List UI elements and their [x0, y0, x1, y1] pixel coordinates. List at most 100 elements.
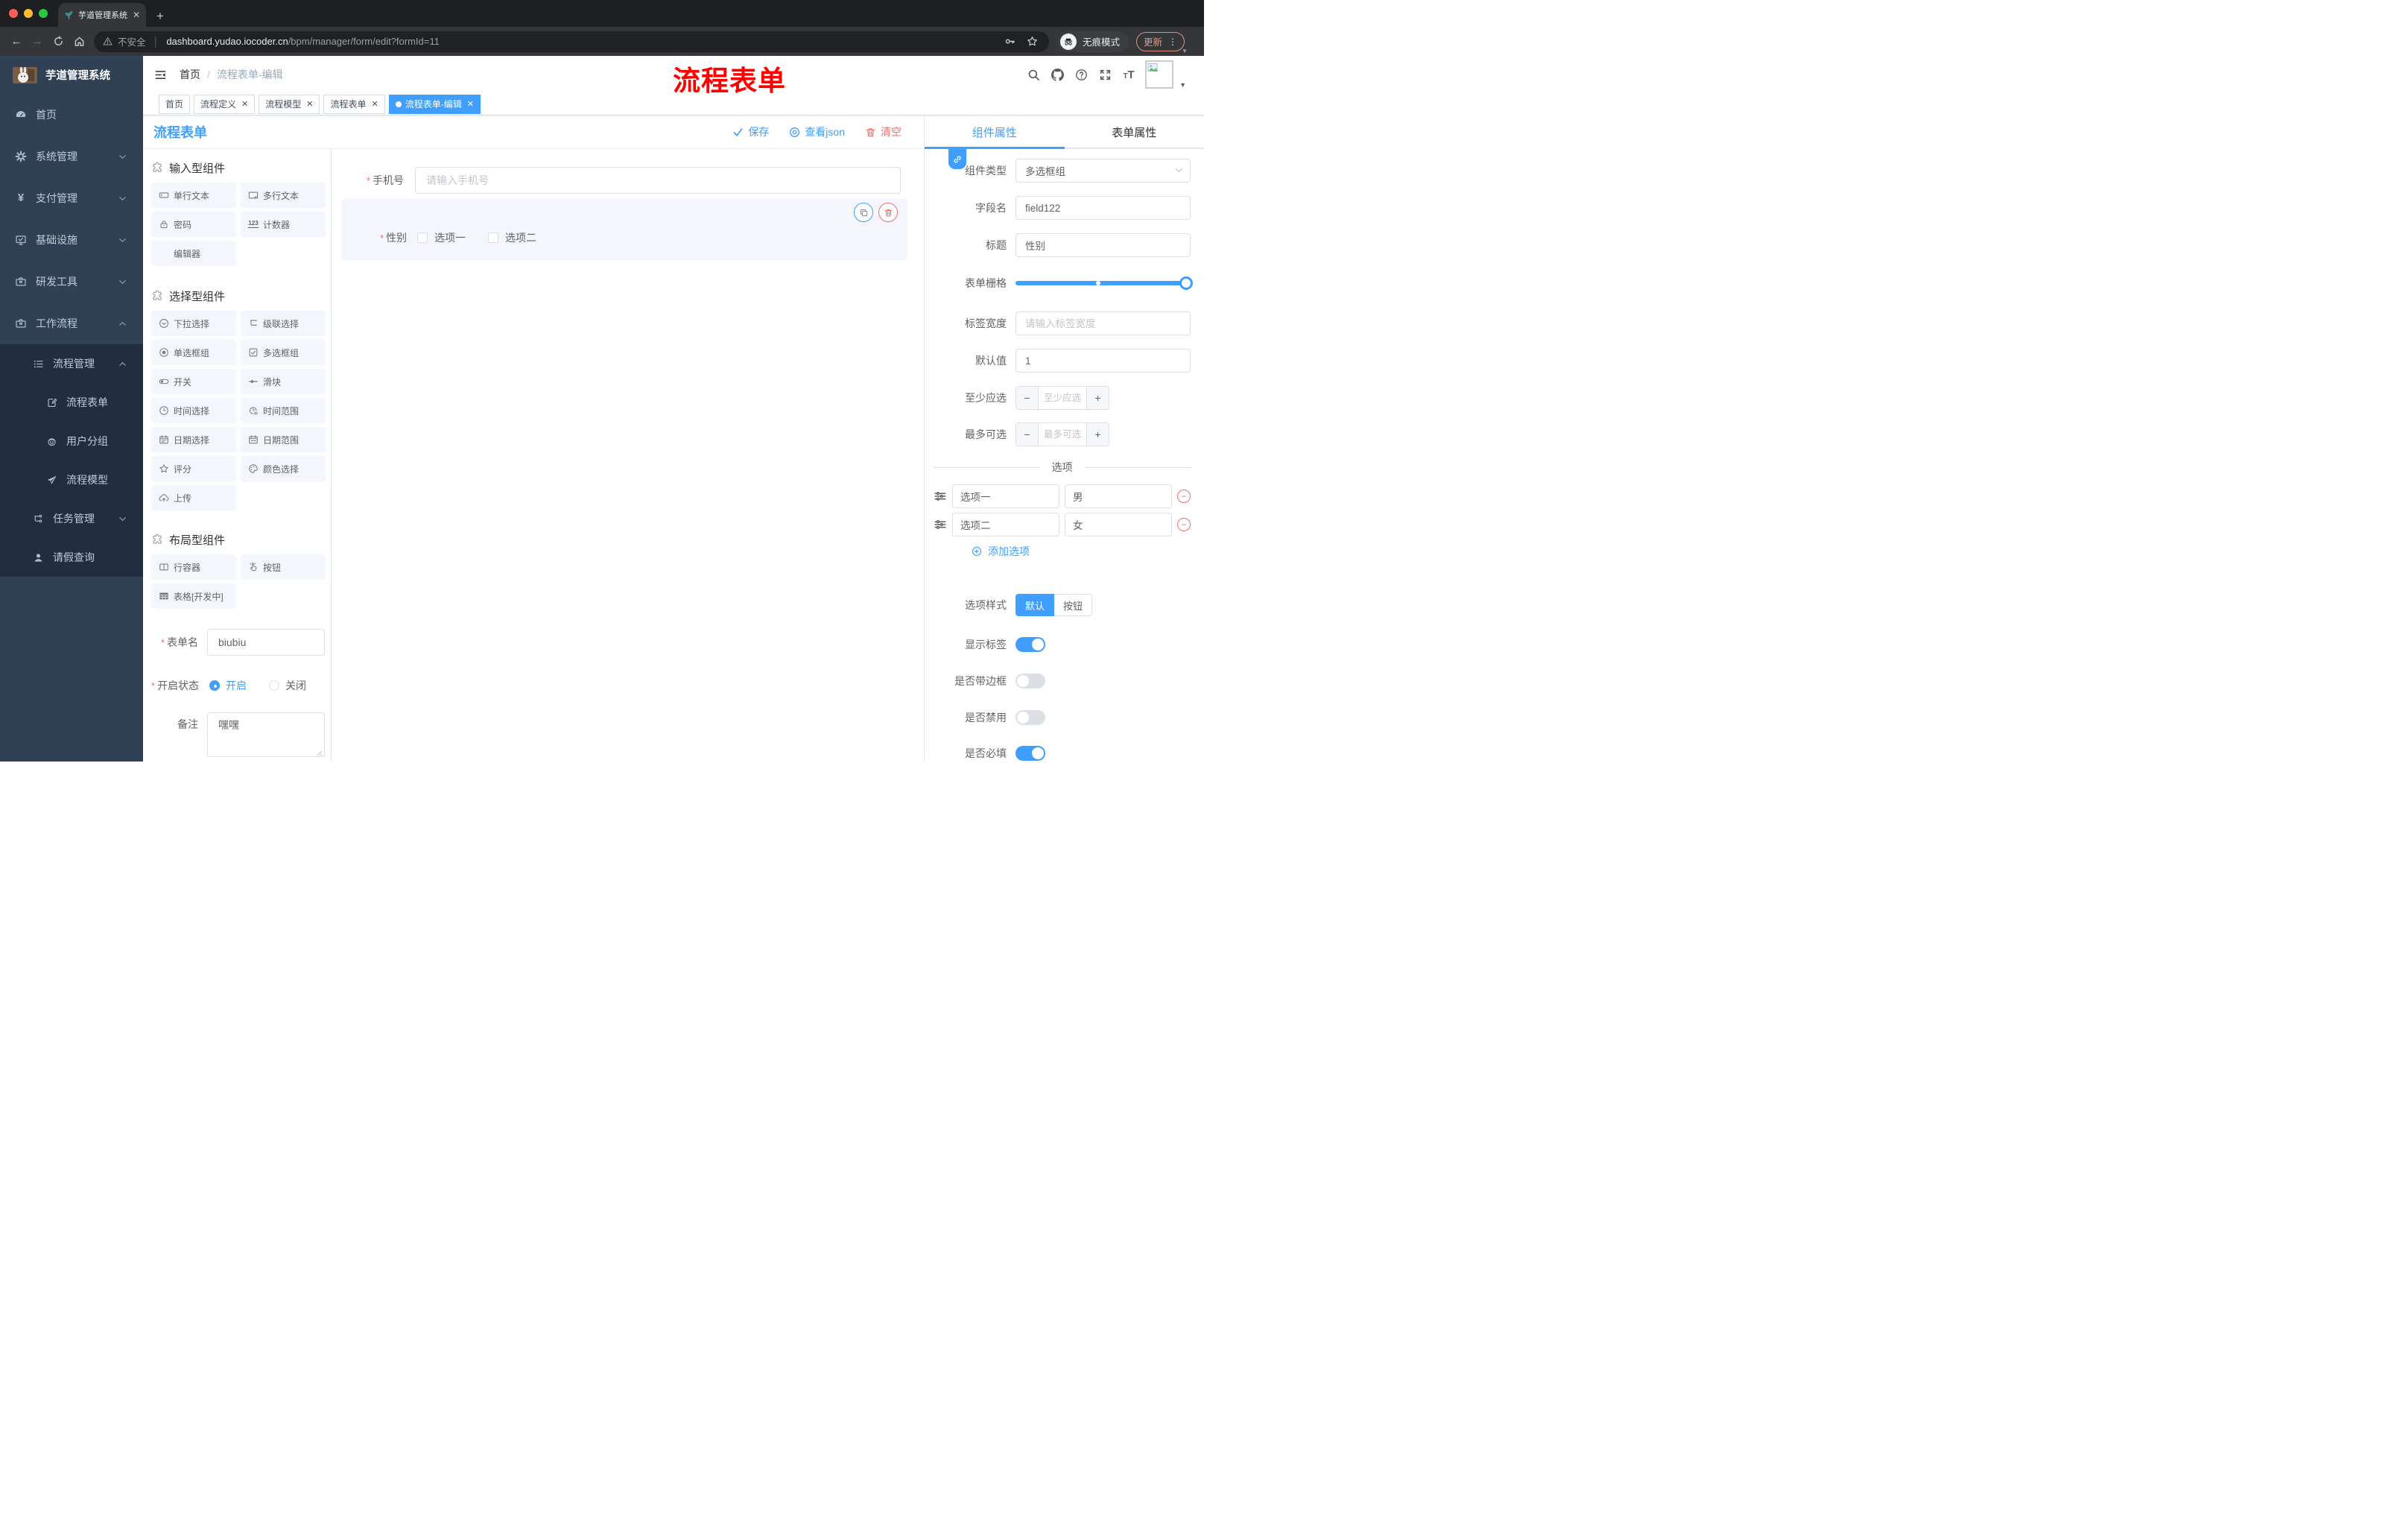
gender-option-1[interactable]: 选项一: [417, 230, 466, 245]
border-toggle[interactable]: [1016, 674, 1045, 688]
plus-button[interactable]: +: [1086, 423, 1109, 446]
style-default-button[interactable]: 默认: [1016, 594, 1055, 616]
new-tab-button[interactable]: +: [156, 9, 164, 27]
comp-item-button[interactable]: 按钮: [241, 554, 326, 580]
form-name-input[interactable]: [207, 629, 325, 656]
breadcrumb-home[interactable]: 首页: [180, 67, 200, 82]
option-value-input[interactable]: [1065, 513, 1172, 536]
style-button-button[interactable]: 按钮: [1054, 594, 1093, 616]
sidebar-item-process-model[interactable]: 流程模型: [0, 460, 143, 499]
close-window-button[interactable]: [9, 9, 18, 18]
comp-item-switch[interactable]: 开关: [151, 369, 236, 394]
tab-close-icon[interactable]: ✕: [133, 10, 140, 20]
reload-icon[interactable]: [49, 33, 67, 51]
tag-close-icon[interactable]: ✕: [306, 99, 313, 109]
browser-tab[interactable]: 芋道管理系统 ✕: [58, 3, 146, 27]
comp-item-password[interactable]: 密码: [151, 212, 236, 237]
tab-component-props[interactable]: 组件属性: [925, 115, 1065, 149]
plus-button[interactable]: +: [1086, 387, 1109, 409]
avatar-caret-icon[interactable]: ▼: [1179, 81, 1186, 89]
drag-handle-icon[interactable]: [934, 518, 947, 531]
tag-close-icon[interactable]: ✕: [467, 99, 474, 109]
search-icon[interactable]: [1021, 69, 1045, 81]
checkbox[interactable]: [488, 232, 498, 243]
add-option-button[interactable]: 添加选项: [972, 544, 1191, 559]
tag-close-icon[interactable]: ✕: [241, 99, 248, 109]
disabled-toggle[interactable]: [1016, 710, 1045, 725]
tag-home[interactable]: 首页: [159, 94, 191, 114]
minus-button[interactable]: −: [1016, 387, 1039, 409]
sidebar-item-user-group[interactable]: 用户分组: [0, 422, 143, 460]
fullscreen-icon[interactable]: [1093, 69, 1117, 81]
comp-item-slider[interactable]: 滑块: [241, 369, 326, 394]
option-label-input[interactable]: [952, 484, 1059, 508]
sidebar-item-system[interactable]: 系统管理: [0, 136, 143, 177]
sidebar-fold-icon[interactable]: [154, 69, 167, 80]
sidebar-item-home[interactable]: 首页: [0, 94, 143, 136]
avatar[interactable]: [1145, 60, 1174, 89]
chrome-caret-icon[interactable]: ▼: [1182, 48, 1188, 54]
tag-process-form-edit[interactable]: 流程表单-编辑 ✕: [388, 94, 481, 114]
label-width-input[interactable]: [1016, 311, 1191, 335]
minus-button[interactable]: −: [1016, 423, 1039, 446]
sidebar-item-task-management[interactable]: 任务管理: [0, 499, 143, 538]
browser-menu-icon[interactable]: ⋮: [1168, 37, 1177, 47]
password-key-icon[interactable]: [1001, 36, 1018, 47]
status-on-radio[interactable]: 开启: [209, 678, 247, 693]
sidebar-item-process-form[interactable]: 流程表单: [0, 383, 143, 422]
slider-handle[interactable]: [1179, 276, 1193, 290]
max-select-input[interactable]: [1039, 423, 1086, 446]
sidebar-item-workflow[interactable]: 工作流程: [0, 303, 143, 344]
phone-input[interactable]: [415, 167, 901, 194]
selected-component-gender[interactable]: * 性别 选项一 选项二: [341, 199, 907, 260]
home-icon[interactable]: [70, 33, 88, 51]
tag-process-definition[interactable]: 流程定义 ✕: [194, 94, 256, 114]
comp-item-single-text[interactable]: 单行文本: [151, 183, 236, 208]
tag-process-model[interactable]: 流程模型 ✕: [259, 94, 320, 114]
bookmark-star-icon[interactable]: [1024, 36, 1040, 47]
link-tag[interactable]: [948, 149, 966, 169]
title-input[interactable]: [1016, 233, 1191, 257]
option-value-input[interactable]: [1065, 484, 1172, 508]
browser-update-button[interactable]: 更新 ⋮: [1136, 31, 1185, 51]
status-off-radio[interactable]: 关闭: [269, 678, 306, 693]
comp-item-time-picker[interactable]: 时间选择: [151, 398, 236, 423]
comp-item-date-range[interactable]: 日期范围: [241, 427, 326, 452]
resize-handle-icon[interactable]: [317, 750, 323, 756]
default-value-input[interactable]: [1016, 349, 1191, 373]
copy-component-button[interactable]: [854, 203, 873, 222]
help-icon[interactable]: [1069, 69, 1093, 81]
clear-button[interactable]: 清空: [865, 124, 902, 139]
form-remark-textarea[interactable]: 嘿嘿: [207, 712, 325, 757]
remove-option-button[interactable]: −: [1177, 490, 1191, 503]
comp-item-radio-group[interactable]: 单选框组: [151, 340, 236, 365]
sidebar-item-infrastructure[interactable]: 基础设施: [0, 219, 143, 261]
view-json-button[interactable]: 查看json: [789, 124, 845, 139]
save-button[interactable]: 保存: [732, 124, 769, 139]
comp-item-checkbox-group[interactable]: 多选框组: [241, 340, 326, 365]
sidebar-item-devtools[interactable]: 研发工具: [0, 261, 143, 303]
comp-item-textarea[interactable]: 多行文本: [241, 183, 326, 208]
min-select-input[interactable]: [1039, 387, 1086, 409]
component-type-select[interactable]: [1016, 159, 1191, 183]
comp-item-date-picker[interactable]: 日期选择: [151, 427, 236, 452]
github-icon[interactable]: [1045, 68, 1069, 81]
comp-item-upload[interactable]: 上传: [151, 485, 236, 510]
minimize-window-button[interactable]: [24, 9, 33, 18]
tab-form-props[interactable]: 表单属性: [1065, 115, 1205, 149]
remove-option-button[interactable]: −: [1177, 518, 1191, 531]
gender-option-2[interactable]: 选项二: [488, 230, 536, 245]
comp-item-counter[interactable]: 123 计数器: [241, 212, 326, 237]
comp-item-select[interactable]: 下拉选择: [151, 311, 236, 336]
comp-item-rate[interactable]: 评分: [151, 456, 236, 481]
required-toggle[interactable]: [1016, 746, 1045, 761]
tag-close-icon[interactable]: ✕: [372, 99, 378, 109]
form-canvas[interactable]: *手机号 *性别: [332, 149, 924, 762]
phone-field-row[interactable]: * 手机号: [343, 167, 901, 194]
checkbox[interactable]: [417, 232, 428, 243]
back-icon[interactable]: ←: [7, 33, 25, 51]
comp-item-table[interactable]: 表格[开发中]: [151, 583, 236, 609]
comp-item-row-container[interactable]: 行容器: [151, 554, 236, 580]
sidebar-item-payment[interactable]: ¥ 支付管理: [0, 177, 143, 219]
delete-component-button[interactable]: [878, 203, 898, 222]
